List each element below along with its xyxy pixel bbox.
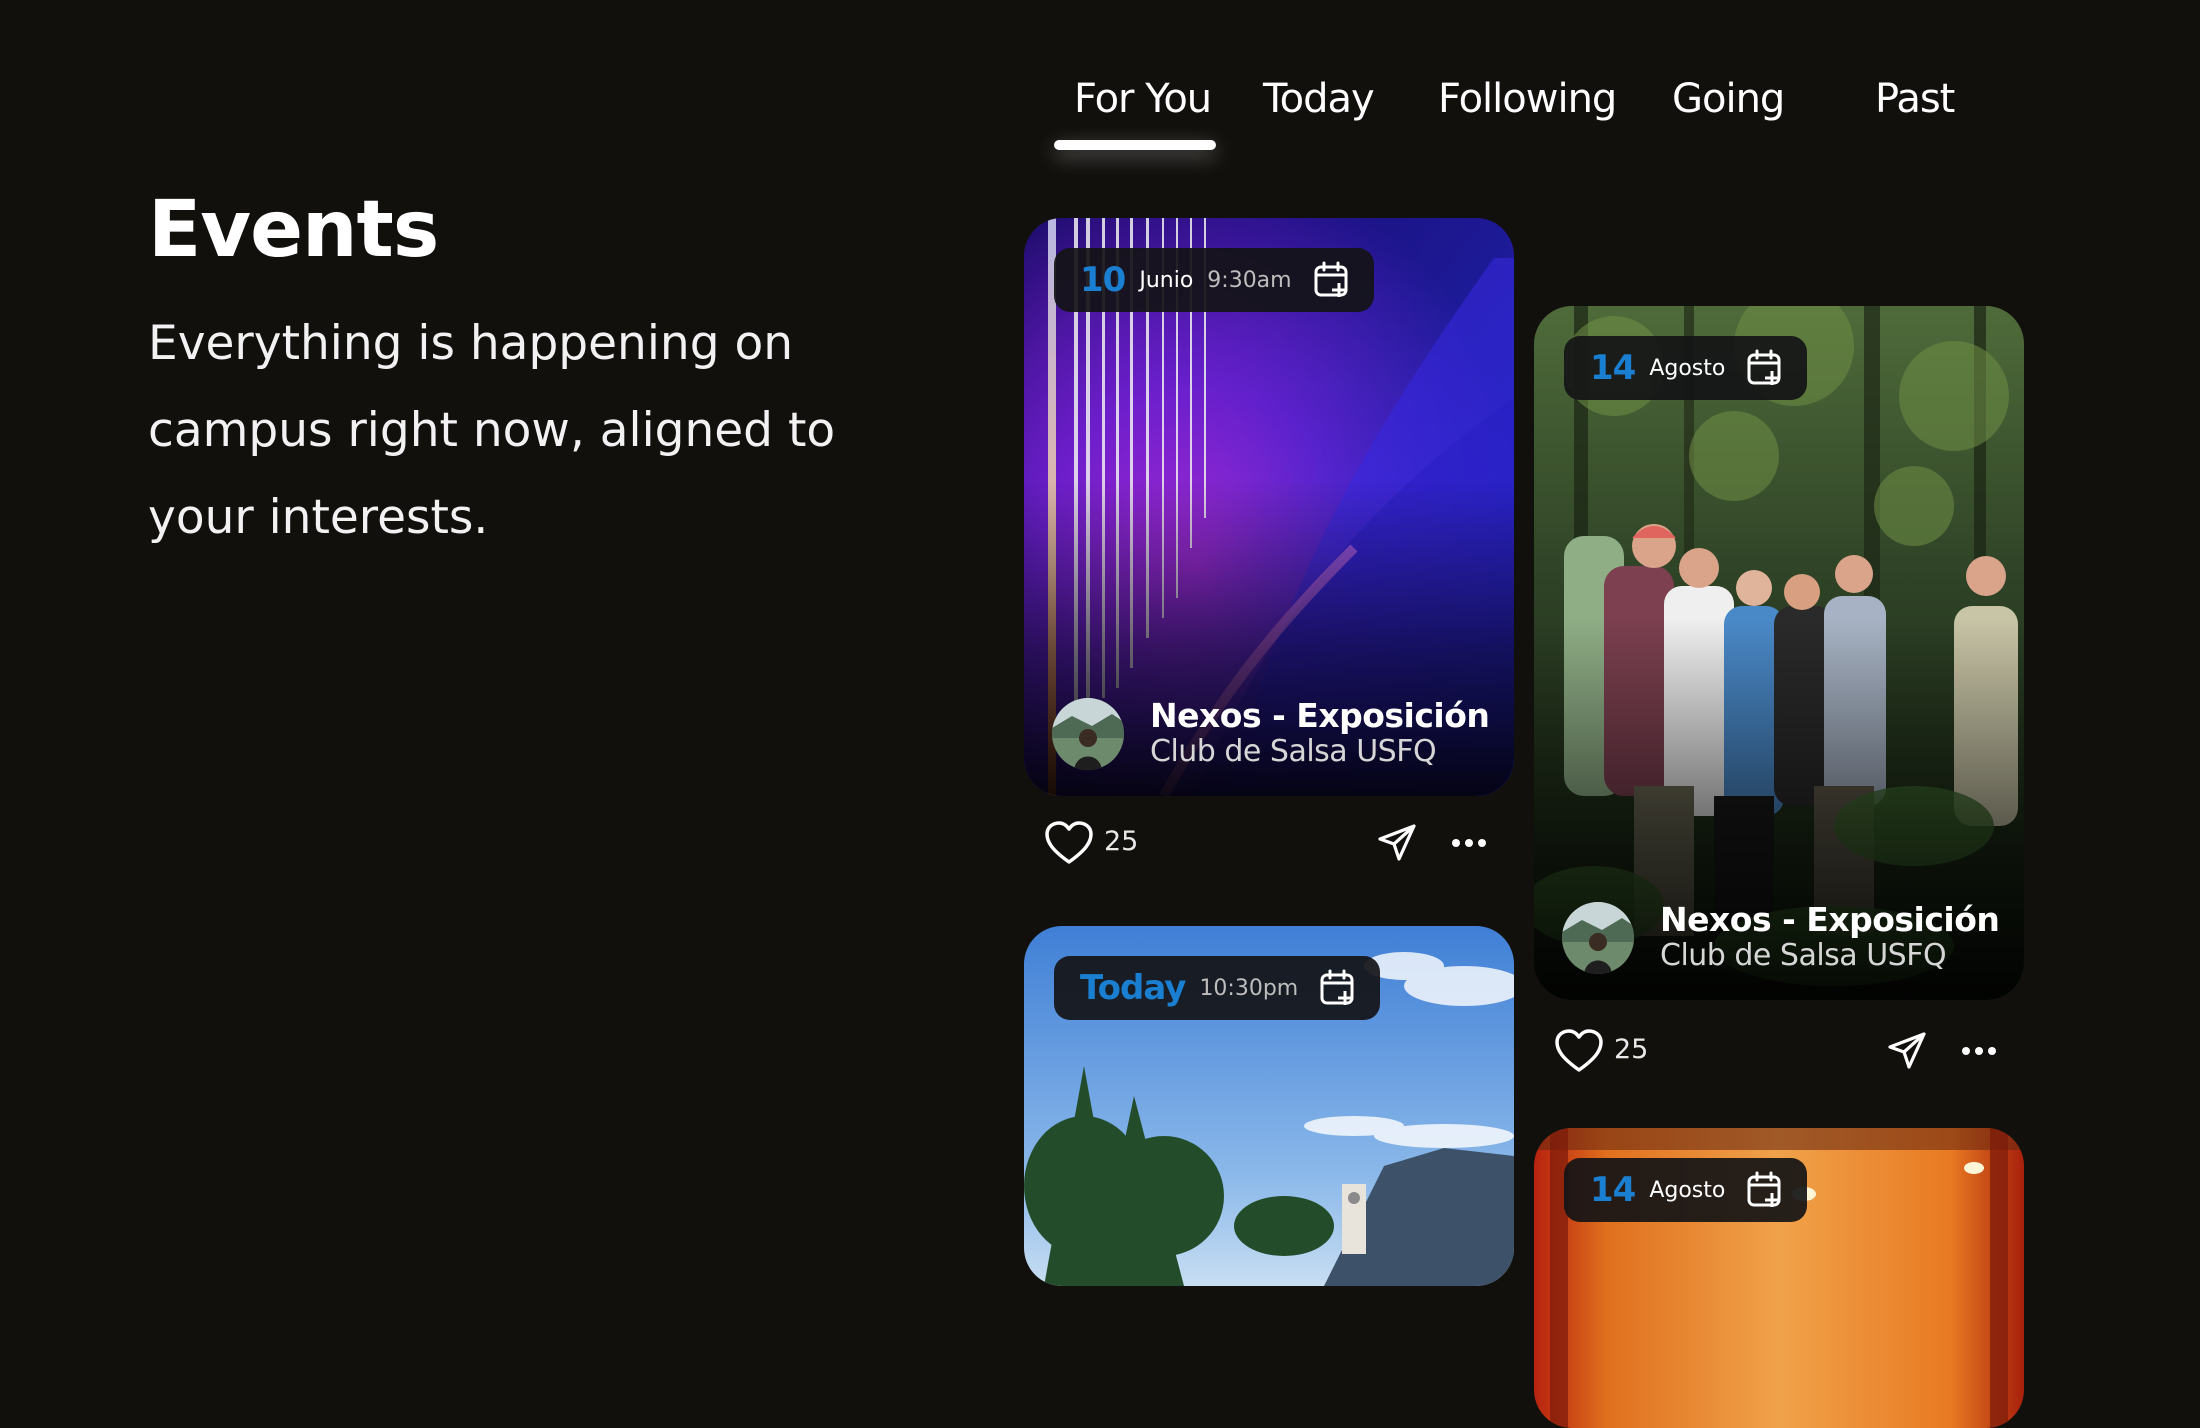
event-card[interactable]: 10 Junio 9:30am Nexos - Exposición Club … bbox=[1024, 218, 1514, 796]
heart-icon[interactable] bbox=[1554, 1028, 1604, 1074]
event-actions: 25 bbox=[1534, 1020, 2024, 1080]
tab-past[interactable]: Past bbox=[1875, 76, 1955, 122]
event-month: Junio bbox=[1139, 267, 1194, 293]
send-icon[interactable] bbox=[1886, 1030, 1928, 1072]
calendar-plus-icon[interactable] bbox=[1318, 968, 1358, 1008]
event-card[interactable]: 14 Agosto bbox=[1534, 1128, 2024, 1428]
event-time: 9:30am bbox=[1207, 267, 1292, 293]
date-chip: 10 Junio 9:30am bbox=[1054, 248, 1374, 312]
page-title: Events bbox=[148, 185, 439, 275]
page-subtitle: Everything is happening on campus right … bbox=[148, 315, 836, 545]
tab-today[interactable]: Today bbox=[1263, 76, 1375, 122]
avatar bbox=[1562, 902, 1634, 974]
date-chip: Today 10:30pm bbox=[1054, 956, 1381, 1020]
event-day: 10 bbox=[1080, 260, 1126, 300]
tab-going[interactable]: Going bbox=[1672, 76, 1785, 122]
event-card[interactable]: 14 Agosto Nexos - Exposición Club de Sal… bbox=[1534, 306, 2024, 1000]
event-info: Nexos - Exposición Club de Salsa USFQ bbox=[1562, 900, 2000, 974]
tab-for-you[interactable]: For You bbox=[1074, 76, 1212, 122]
event-organizer: Club de Salsa USFQ bbox=[1660, 938, 1947, 973]
event-title: Nexos - Exposición bbox=[1150, 696, 1490, 735]
event-day: Today bbox=[1080, 968, 1186, 1008]
event-day: 14 bbox=[1590, 348, 1636, 388]
calendar-plus-icon[interactable] bbox=[1745, 1170, 1785, 1210]
event-actions: 25 bbox=[1024, 812, 1514, 872]
active-tab-indicator bbox=[1054, 140, 1216, 150]
event-time: 10:30pm bbox=[1199, 975, 1299, 1001]
ellipsis-icon[interactable] bbox=[1960, 1034, 1998, 1068]
event-organizer: Club de Salsa USFQ bbox=[1150, 734, 1437, 769]
intro-section: Events Everything is happening on campus… bbox=[148, 185, 868, 561]
date-chip: 14 Agosto bbox=[1564, 336, 1808, 400]
event-month: Agosto bbox=[1649, 355, 1726, 381]
event-month: Agosto bbox=[1649, 1177, 1726, 1203]
calendar-plus-icon[interactable] bbox=[1745, 348, 1785, 388]
tab-following[interactable]: Following bbox=[1438, 76, 1617, 122]
like-count: 25 bbox=[1104, 826, 1139, 857]
date-chip: 14 Agosto bbox=[1564, 1158, 1808, 1222]
send-icon[interactable] bbox=[1376, 822, 1418, 864]
event-card[interactable]: Today 10:30pm bbox=[1024, 926, 1514, 1286]
avatar bbox=[1052, 698, 1124, 770]
ellipsis-icon[interactable] bbox=[1450, 826, 1488, 860]
heart-icon[interactable] bbox=[1044, 820, 1094, 866]
event-title: Nexos - Exposición bbox=[1660, 900, 2000, 939]
like-count: 25 bbox=[1614, 1034, 1649, 1065]
event-info: Nexos - Exposición Club de Salsa USFQ bbox=[1052, 696, 1490, 770]
calendar-plus-icon[interactable] bbox=[1312, 260, 1352, 300]
event-day: 14 bbox=[1590, 1170, 1636, 1210]
